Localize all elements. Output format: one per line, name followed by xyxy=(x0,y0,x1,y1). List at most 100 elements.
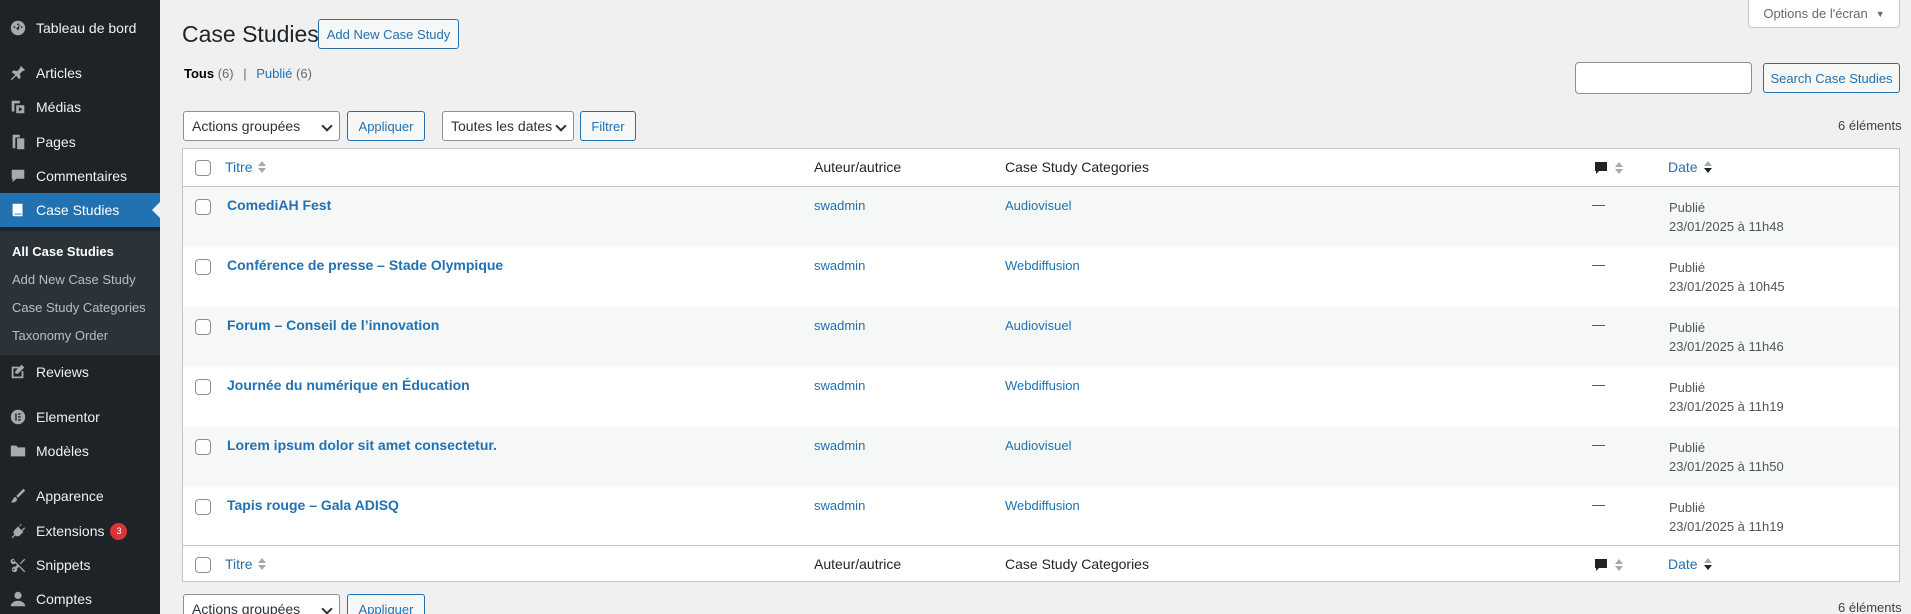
row-category-link[interactable]: Webdiffusion xyxy=(1005,498,1080,513)
sort-desc-icon xyxy=(1703,557,1712,571)
table-row: Lorem ipsum dolor sit amet consectetur. … xyxy=(183,427,1899,487)
column-date-footer[interactable]: Date xyxy=(1668,556,1712,572)
row-date-value: 23/01/2025 à 11h48 xyxy=(1669,219,1784,234)
view-published-link[interactable]: Publié xyxy=(256,66,292,81)
row-checkbox[interactable] xyxy=(195,319,211,335)
chevron-down-icon xyxy=(321,603,333,614)
row-status: Publié xyxy=(1669,500,1706,515)
row-checkbox[interactable] xyxy=(195,199,211,215)
menu-label: Elementor xyxy=(36,409,100,425)
pushpin-icon xyxy=(8,63,28,83)
select-all-checkbox[interactable] xyxy=(195,160,211,176)
menu-item-reviews[interactable]: Reviews xyxy=(0,355,160,389)
column-title-header[interactable]: Titre xyxy=(225,159,267,175)
submenu-all-case-studies[interactable]: All Case Studies xyxy=(0,237,160,265)
filter-button[interactable]: Filtrer xyxy=(580,111,636,141)
row-category-link[interactable]: Audiovisuel xyxy=(1005,198,1072,213)
apply-button[interactable]: Appliquer xyxy=(347,111,425,141)
menu-item-apparence[interactable]: Apparence xyxy=(0,479,160,513)
row-title-link[interactable]: ComediAH Fest xyxy=(227,197,331,213)
user-icon xyxy=(8,589,28,609)
row-status: Publié xyxy=(1669,440,1706,455)
menu-label: Apparence xyxy=(36,488,104,504)
row-comments: — xyxy=(1592,257,1605,272)
bulk-actions-select-bottom[interactable]: Actions groupées xyxy=(183,594,340,614)
search-input[interactable] xyxy=(1575,62,1752,94)
row-category-link[interactable]: Webdiffusion xyxy=(1005,378,1080,393)
column-comments-header[interactable] xyxy=(1593,160,1623,176)
menu-item-articles[interactable]: Articles xyxy=(0,56,160,90)
menu-item-dashboard[interactable]: Tableau de bord xyxy=(0,11,160,45)
bulk-actions-select[interactable]: Actions groupées xyxy=(183,111,340,141)
column-title-label: Titre xyxy=(225,159,253,175)
submenu-case-study-categories[interactable]: Case Study Categories xyxy=(0,293,160,321)
row-author-link[interactable]: swadmin xyxy=(814,438,865,453)
row-checkbox[interactable] xyxy=(195,439,211,455)
menu-item-commentaires[interactable]: Commentaires xyxy=(0,159,160,193)
comment-bubble-icon xyxy=(1595,162,1607,174)
row-title-link[interactable]: Tapis rouge – Gala ADISQ xyxy=(227,497,399,513)
view-published-count: (6) xyxy=(296,66,312,81)
row-author-link[interactable]: swadmin xyxy=(814,378,865,393)
menu-label: Reviews xyxy=(36,364,89,380)
select-all-checkbox[interactable] xyxy=(195,557,211,573)
menu-item-modeles[interactable]: Modèles xyxy=(0,434,160,468)
row-title-link[interactable]: Lorem ipsum dolor sit amet consectetur. xyxy=(227,437,497,453)
row-category-link[interactable]: Audiovisuel xyxy=(1005,318,1072,333)
items-count-bottom: 6 éléments xyxy=(1838,600,1902,614)
menu-item-pages[interactable]: Pages xyxy=(0,125,160,159)
menu-label: Case Studies xyxy=(36,202,120,218)
menu-label: Articles xyxy=(36,65,82,81)
caret-down-icon: ▼ xyxy=(1875,8,1885,19)
menu-item-snippets[interactable]: Snippets xyxy=(0,548,160,582)
row-title-link[interactable]: Conférence de presse – Stade Olympique xyxy=(227,257,503,273)
menu-item-case-studies[interactable]: Case Studies xyxy=(0,193,160,227)
row-status: Publié xyxy=(1669,200,1706,215)
column-title-label: Titre xyxy=(225,556,253,572)
row-author-link[interactable]: swadmin xyxy=(814,258,865,273)
search-case-studies-button[interactable]: Search Case Studies xyxy=(1763,63,1900,93)
submenu-taxonomy-order[interactable]: Taxonomy Order xyxy=(0,321,160,349)
case-studies-table: Titre Auteur/autrice Case Study Categori… xyxy=(182,148,1900,582)
row-author-link[interactable]: swadmin xyxy=(814,498,865,513)
screen-options-button[interactable]: Options de l'écran ▼ xyxy=(1748,0,1900,28)
row-title-link[interactable]: Journée du numérique en Éducation xyxy=(227,377,470,393)
table-footer: Titre Auteur/autrice Case Study Categori… xyxy=(183,545,1899,583)
row-checkbox[interactable] xyxy=(195,259,211,275)
row-author-link[interactable]: swadmin xyxy=(814,318,865,333)
submenu-add-new-case-study[interactable]: Add New Case Study xyxy=(0,265,160,293)
menu-label: Modèles xyxy=(36,443,89,459)
menu-label: Comptes xyxy=(36,591,93,607)
row-title-link[interactable]: Forum – Conseil de l’innovation xyxy=(227,317,439,333)
date-filter-select[interactable]: Toutes les dates xyxy=(442,111,574,141)
add-new-case-study-button[interactable]: Add New Case Study xyxy=(318,19,459,49)
menu-item-comptes[interactable]: Comptes xyxy=(0,582,160,614)
sort-icon xyxy=(1615,558,1623,572)
row-checkbox[interactable] xyxy=(195,499,211,515)
row-status: Publié xyxy=(1669,320,1706,335)
row-comments: — xyxy=(1592,377,1605,392)
column-date-label: Date xyxy=(1668,159,1698,175)
menu-item-medias[interactable]: Médias xyxy=(0,90,160,124)
comment-bubble-icon xyxy=(1595,559,1607,571)
admin-sidebar: Tableau de bord Articles Médias Pages Co… xyxy=(0,0,160,614)
plugin-icon xyxy=(8,521,28,541)
media-icon xyxy=(8,97,28,117)
row-author-link[interactable]: swadmin xyxy=(814,198,865,213)
column-comments-footer[interactable] xyxy=(1593,557,1623,573)
menu-item-extensions[interactable]: Extensions 3 xyxy=(0,514,160,548)
sort-icon xyxy=(258,557,267,571)
row-category-link[interactable]: Webdiffusion xyxy=(1005,258,1080,273)
row-date: Publié 23/01/2025 à 10h45 xyxy=(1669,258,1785,296)
view-all-label[interactable]: Tous xyxy=(184,66,214,81)
chevron-down-icon xyxy=(555,120,567,132)
menu-item-elementor[interactable]: Elementor xyxy=(0,400,160,434)
row-checkbox[interactable] xyxy=(195,379,211,395)
row-category-link[interactable]: Audiovisuel xyxy=(1005,438,1072,453)
date-filter-value: Toutes les dates xyxy=(451,118,553,134)
column-title-footer[interactable]: Titre xyxy=(225,556,267,572)
apply-button-bottom[interactable]: Appliquer xyxy=(347,594,425,614)
menu-label: Pages xyxy=(36,134,76,150)
view-separator: | xyxy=(243,66,247,81)
column-date-header[interactable]: Date xyxy=(1668,159,1712,175)
